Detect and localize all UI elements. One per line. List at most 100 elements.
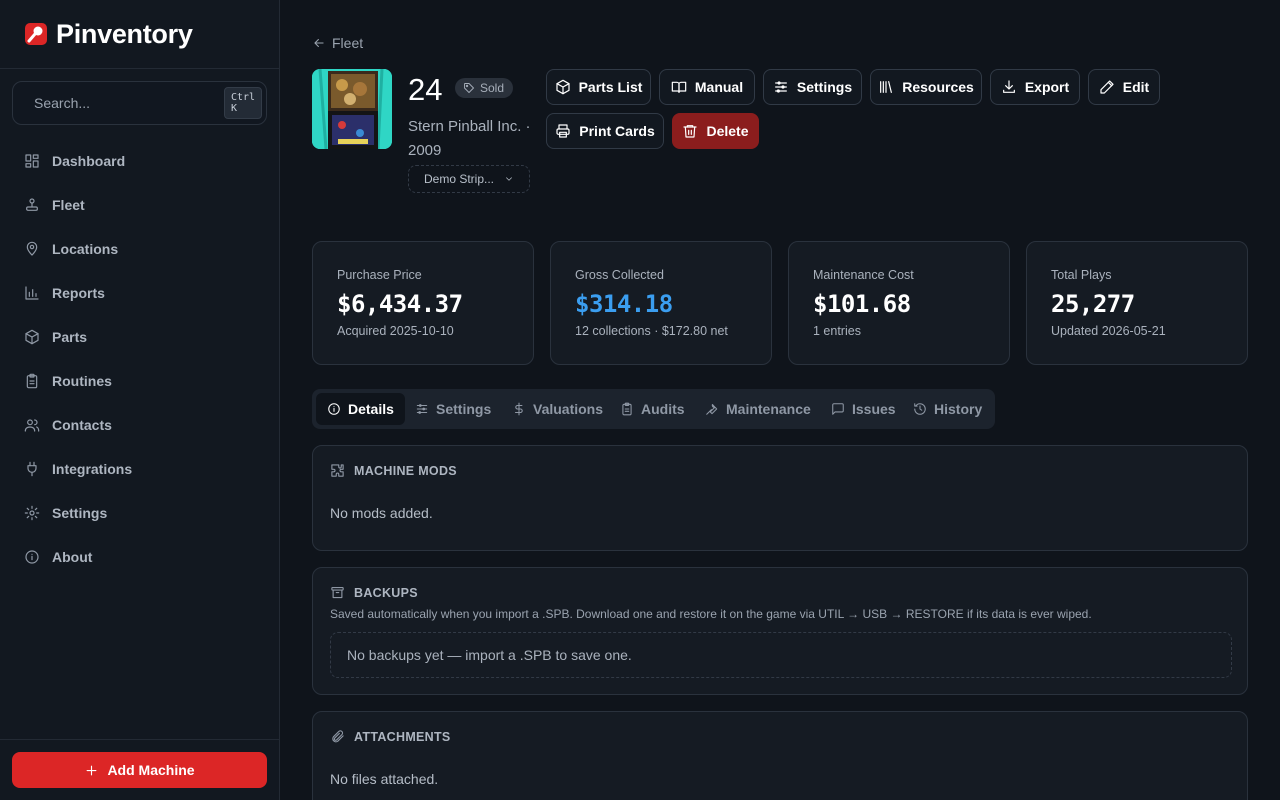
sliders-icon [774,81,787,93]
status-badge: Sold [455,78,514,98]
back-link[interactable]: Fleet [312,35,363,51]
export-button[interactable]: Export [990,69,1080,105]
map-pin-icon [26,241,38,256]
search-shortcut: Ctrl K [224,87,263,119]
bar-chart-icon [25,286,39,300]
tab-label: Audits [641,401,685,417]
dashboard-icon [25,154,39,168]
sidebar-item-reports[interactable]: Reports [12,271,267,315]
dollar-icon [514,402,523,416]
stat-value: 25,277 [1051,290,1135,318]
backups-panel: BACKUPS Saved automatically when you imp… [312,567,1248,695]
add-machine-button[interactable]: Add Machine [12,752,267,788]
printer-icon [556,124,570,138]
stat-sub: 1 entries [813,324,861,338]
tab-label: Details [348,401,394,417]
stat-sub: 12 collections · $172.80 net [575,324,728,338]
back-label: Fleet [332,35,364,51]
sidebar-item-locations[interactable]: Locations [12,227,267,271]
tab-label: Settings [436,401,492,417]
sidebar-item-label: Settings [52,505,108,521]
brand[interactable]: Pinventory [0,0,279,69]
attachments-panel: ATTACHMENTS No files attached. [312,711,1248,800]
sidebar-item-routines[interactable]: Routines [12,359,267,403]
joystick-icon [26,198,38,211]
sidebar-item-label: About [52,549,93,565]
stat-value: $6,434.37 [337,290,463,318]
plus-icon [87,765,97,775]
puzzle-icon [331,464,344,477]
pencil-icon [1100,80,1114,94]
sidebar-item-integrations[interactable]: Integrations [12,447,267,491]
resources-label: Resources [902,79,974,95]
print-cards-button[interactable]: Print Cards [546,113,664,149]
trash-icon [683,125,698,138]
delete-button[interactable]: Delete [672,113,759,149]
manual-button[interactable]: Manual [659,69,755,105]
panel-title: ATTACHMENTS [354,729,451,744]
stat-label: Purchase Price [337,268,422,282]
tab-maintenance[interactable]: Maintenance [694,393,822,425]
tab-history[interactable]: History [902,393,993,425]
pinball-machine-image [312,69,392,149]
tab-valuations[interactable]: Valuations [501,393,614,425]
search-input[interactable] [34,95,215,111]
sidebar-item-contacts[interactable]: Contacts [12,403,267,447]
panel-header: MACHINE MODS [330,463,457,478]
parts-list-label: Parts List [578,79,643,95]
plug-icon [27,461,37,477]
stat-purchase-price: Purchase Price $6,434.37 Acquired 2025-1… [312,241,534,365]
edit-button[interactable]: Edit [1088,69,1160,105]
tab-audits[interactable]: Audits [609,393,696,425]
tab-issues[interactable]: Issues [820,393,907,425]
gear-icon [24,505,40,521]
sidebar-footer: Add Machine [0,739,279,800]
settings-button[interactable]: Settings [763,69,862,105]
panel-header: ATTACHMENTS [330,729,451,744]
delete-label: Delete [706,123,749,139]
attachments-empty-text: No files attached. [330,771,439,787]
tab-details[interactable]: Details [316,393,405,425]
sidebar-item-label: Routines [52,373,112,389]
arrow-left-icon [314,38,324,48]
sidebar-item-fleet[interactable]: Fleet [12,183,267,227]
chevron-down-icon [506,177,512,181]
sidebar-item-label: Locations [52,241,119,257]
info-icon [25,550,39,564]
stat-value: $314.18 [575,290,673,318]
download-icon [1002,80,1015,93]
mods-empty-text: No mods added. [330,505,433,521]
sidebar-item-dashboard[interactable]: Dashboard [12,139,267,183]
print-cards-label: Print Cards [579,123,655,139]
parts-list-button[interactable]: Parts List [546,69,651,105]
history-icon [914,403,926,415]
users-icon [24,419,40,432]
box-icon [555,79,570,95]
panel-title: BACKUPS [354,585,418,600]
clipboard-icon [622,402,632,416]
sidebar-item-label: Fleet [52,197,85,213]
resources-button[interactable]: Resources [870,69,982,105]
machine-title: 24 [408,72,443,107]
demo-select[interactable]: Demo Strip... [408,165,530,193]
main-content: Fleet 24 Sold Stern Pinball Inc. · 2009 … [312,0,1248,800]
paperclip-icon [332,730,344,743]
settings-label: Settings [796,79,853,95]
tab-bar: Details Settings Valuations Audits Maint… [312,389,995,429]
backups-description: Saved automatically when you import a .S… [330,607,1092,621]
info-icon [328,403,340,415]
search-box[interactable]: Ctrl K [12,81,267,125]
sidebar-item-settings[interactable]: Settings [12,491,267,535]
message-icon [832,403,844,415]
manual-label: Manual [694,79,744,95]
tab-label: Maintenance [726,401,811,417]
backups-empty-box: No backups yet — import a .SPB to save o… [330,632,1232,678]
sliders-icon [416,404,428,414]
sidebar-item-about[interactable]: About [12,535,267,579]
pinventory-logo-icon [25,23,47,45]
stat-label: Maintenance Cost [813,268,914,282]
box-icon [25,329,39,345]
sidebar-item-parts[interactable]: Parts [12,315,267,359]
sidebar-item-label: Dashboard [52,153,126,169]
tab-settings[interactable]: Settings [404,393,502,425]
